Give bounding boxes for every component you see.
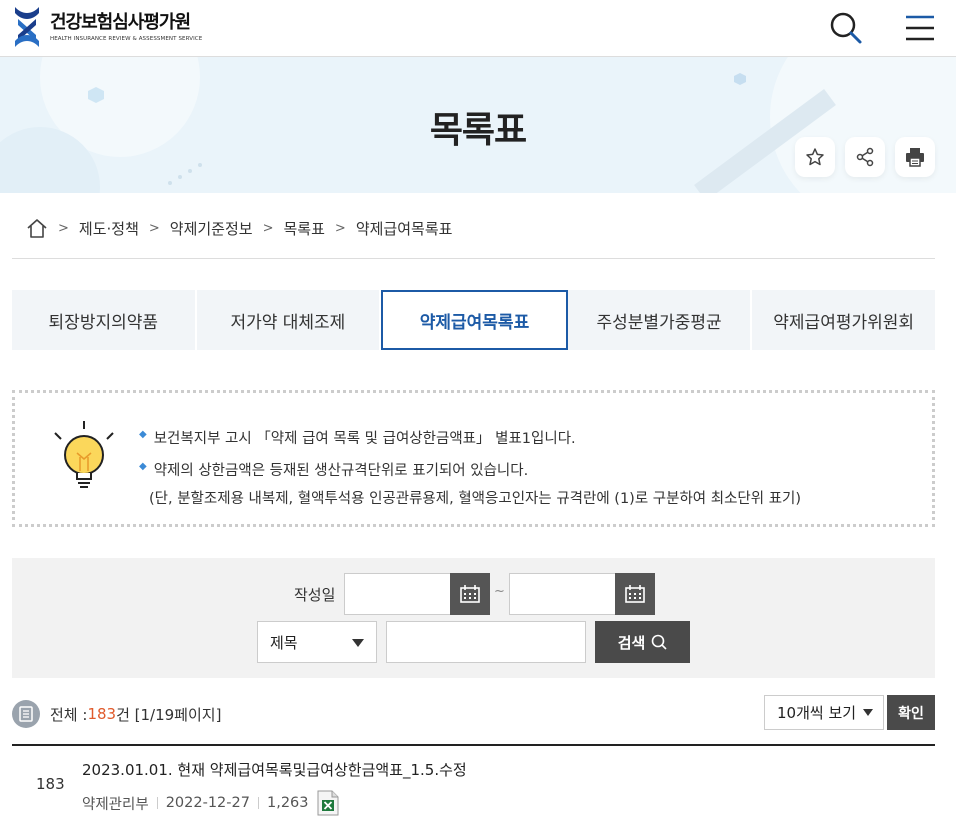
print-button[interactable] [895, 137, 935, 177]
row-date: 2022-12-27 [165, 795, 250, 811]
category-tabs: 퇴장방지의약품 저가약 대체조제 약제급여목록표 주성분별가중평균 약제급여평가… [12, 290, 935, 350]
result-count: 전체 : 183 건 [1/19페이지] [12, 700, 221, 728]
start-date-calendar-button[interactable] [450, 573, 490, 615]
search-button[interactable]: 검색 [595, 621, 690, 663]
document-icon [12, 700, 40, 728]
hamburger-menu-icon[interactable] [902, 10, 938, 46]
home-icon[interactable] [26, 217, 48, 239]
site-header: 건강보험심사평가원 HEALTH INSURANCE REVIEW & ASSE… [0, 0, 956, 57]
confirm-button[interactable]: 확인 [887, 695, 935, 730]
star-icon [806, 148, 824, 166]
divider [156, 797, 158, 809]
bullet-icon: ◆ [139, 429, 147, 440]
total-suffix: 건 [1/19페이지] [116, 705, 222, 724]
lightbulb-icon [54, 421, 114, 488]
date-range-separator: ~ [494, 584, 505, 599]
caret-down-icon [352, 639, 364, 647]
tab-drug-benefit-list[interactable]: 약제급여목록표 [381, 290, 568, 350]
row-meta: 약제관리부 2022-12-27 1,263 [82, 790, 339, 816]
breadcrumb-item[interactable]: 제도·정책 [79, 218, 139, 239]
search-form: 작성일 ~ 제목 검색 [12, 558, 935, 678]
notice-line: 보건복지부 고시 「약제 급여 목록 및 급여상한금액표」 별표1입니다. [153, 431, 576, 447]
logo-subtitle: HEALTH INSURANCE REVIEW & ASSESSMENT SER… [50, 36, 203, 42]
select-value: 제목 [270, 633, 298, 652]
divider [257, 797, 259, 809]
breadcrumb: > 제도·정책 > 약제기준정보 > 목록표 > 약제급여목록표 [26, 218, 452, 239]
total-label: 전체 : [50, 705, 88, 724]
list-top-border [12, 744, 935, 746]
breadcrumb-current[interactable]: 약제급여목록표 [356, 218, 453, 239]
breadcrumb-item[interactable]: 약제기준정보 [170, 218, 253, 239]
print-icon [906, 148, 924, 167]
end-date-calendar-button[interactable] [615, 573, 655, 615]
tab-weighted-average[interactable]: 주성분별가중평균 [567, 290, 753, 350]
excel-file-icon[interactable] [317, 790, 339, 816]
bookmark-button[interactable] [795, 137, 835, 177]
total-count: 183 [87, 705, 117, 723]
search-button-label: 검색 [617, 633, 646, 652]
per-page-value: 10개씩 보기 [777, 704, 857, 722]
row-number: 183 [36, 775, 65, 793]
per-page-select[interactable]: 10개씩 보기 [764, 695, 884, 730]
share-icon [856, 147, 874, 167]
chevron-right-icon: > [58, 221, 69, 236]
notice-box: ◆ 보건복지부 고시 「약제 급여 목록 및 급여상한금액표」 별표1입니다. ◆… [12, 390, 935, 527]
share-button[interactable] [845, 137, 885, 177]
bullet-icon: ◆ [139, 461, 147, 472]
tab-generic-substitution[interactable]: 저가약 대체조제 [196, 290, 382, 350]
row-department: 약제관리부 [82, 796, 149, 813]
caret-down-icon [863, 709, 873, 716]
page-banner: 목록표 [0, 57, 956, 193]
notice-line: 약제의 상한금액은 등재된 생산규격단위로 표기되어 있습니다. [153, 463, 529, 479]
logo-mark-icon [15, 7, 39, 47]
breadcrumb-item[interactable]: 목록표 [284, 218, 325, 239]
divider [12, 258, 935, 259]
date-label: 작성일 [294, 586, 336, 604]
chevron-right-icon: > [334, 221, 346, 236]
search-icon [651, 634, 667, 650]
chevron-right-icon: > [262, 221, 274, 236]
row-views: 1,263 [266, 795, 309, 811]
notice-line: (단, 분할조제용 내복제, 혈액투석용 인공관류용제, 혈액응고인자는 규격란… [149, 491, 802, 507]
site-logo[interactable]: 건강보험심사평가원 HEALTH INSURANCE REVIEW & ASSE… [12, 5, 202, 49]
row-title-link[interactable]: 2023.01.01. 현재 약제급여목록및급여상한금액표_1.5.수정 [82, 759, 467, 780]
logo-title: 건강보험심사평가원 [50, 12, 191, 33]
keyword-input[interactable] [386, 621, 586, 663]
calendar-icon [625, 585, 645, 603]
tab-evaluation-committee[interactable]: 약제급여평가위원회 [752, 290, 935, 350]
chevron-right-icon: > [148, 221, 160, 236]
search-field-select[interactable]: 제목 [257, 621, 377, 663]
tab-discontinuation-prevention[interactable]: 퇴장방지의약품 [12, 290, 197, 350]
calendar-icon [460, 585, 480, 603]
search-icon[interactable] [828, 10, 864, 46]
